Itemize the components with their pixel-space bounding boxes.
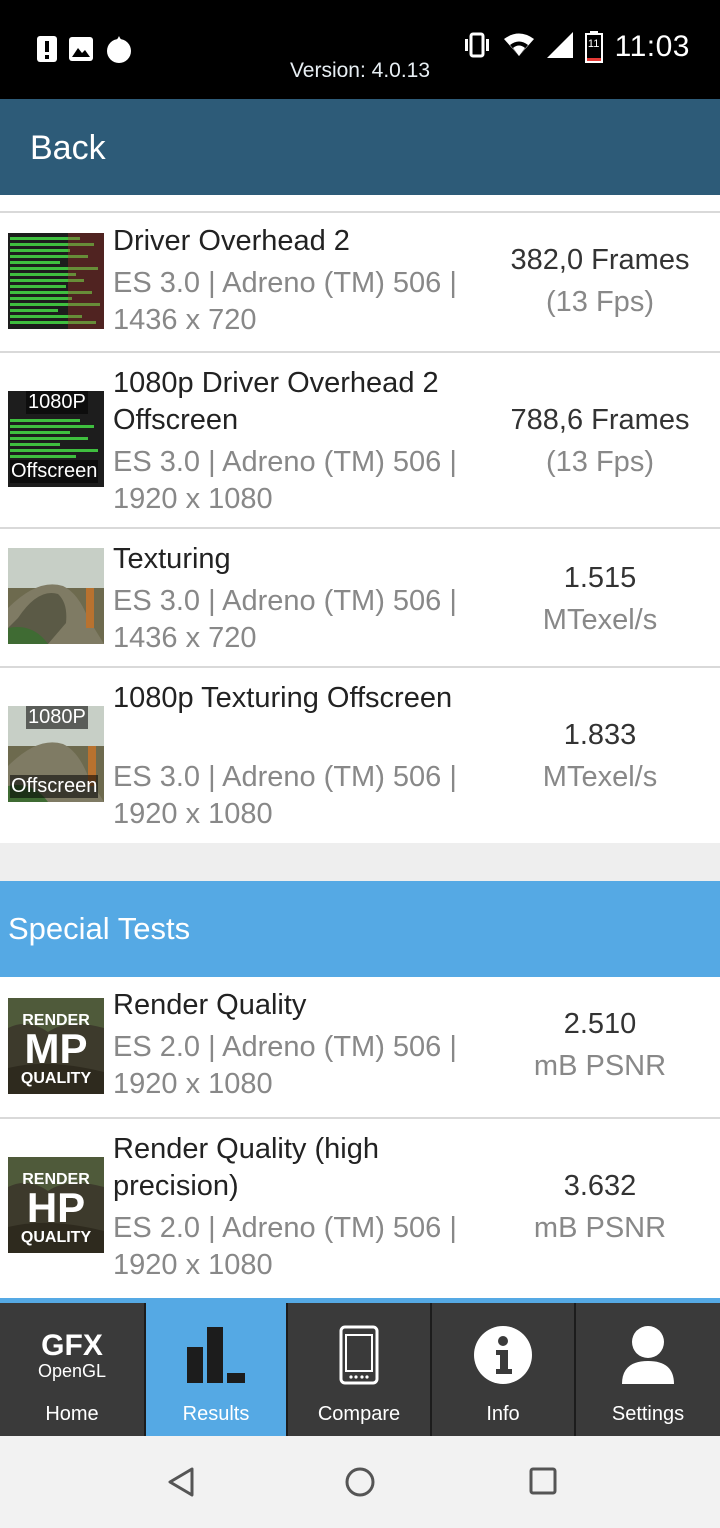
battery-level: 11 — [587, 38, 600, 50]
results-list[interactable]: Driver Overhead 2 ES 3.0 | Adreno (TM) 5… — [0, 195, 720, 1298]
result-title: Texturing — [113, 543, 231, 575]
thumb-badge-offscreen: Offscreen — [10, 460, 99, 483]
result-subtitle: ES 2.0 | Adreno (TM) 506 | 1920 x 1080 — [113, 1031, 457, 1100]
result-unit: mB PSNR — [533, 1050, 667, 1082]
result-score: 1.833 — [563, 719, 637, 751]
result-score: 3.632 — [563, 1170, 637, 1202]
gfx-logo-icon: GFX OpenGL — [0, 1329, 144, 1382]
thumb-badge-offscreen: Offscreen — [10, 775, 99, 798]
result-title: 1080p Texturing Offscreen — [113, 682, 453, 714]
result-unit: MTexel/s — [542, 761, 658, 793]
nav-results[interactable]: Results — [146, 1303, 286, 1436]
section-divider — [0, 843, 720, 881]
nav-label: Settings — [611, 1403, 685, 1425]
phone-icon — [339, 1325, 379, 1390]
result-subtitle: ES 3.0 | Adreno (TM) 506 | 1920 x 1080 — [113, 761, 457, 830]
result-row[interactable]: Driver Overhead 2 ES 3.0 | Adreno (TM) 5… — [0, 211, 720, 351]
result-score: 2.510 — [563, 1008, 637, 1040]
result-subtitle: ES 3.0 | Adreno (TM) 506 | 1436 x 720 — [113, 585, 457, 654]
texturing-offscreen-thumbnail: 1080P Offscreen — [8, 706, 104, 802]
info-icon — [473, 1325, 533, 1390]
driver-overhead-thumbnail — [8, 233, 104, 329]
version-label: Version: 4.0.13 — [289, 59, 431, 82]
back-button[interactable]: Back — [30, 129, 106, 168]
result-title: Render Quality — [113, 989, 307, 1021]
result-fps: (13 Fps) — [546, 446, 654, 478]
result-row[interactable]: RENDER HP QUALITY Render Quality (high p… — [0, 1117, 720, 1293]
result-subtitle: ES 2.0 | Adreno (TM) 506 | 1920 x 1080 — [113, 1212, 457, 1281]
nav-label: Compare — [317, 1403, 401, 1425]
result-row[interactable]: 1080P Offscreen 1080p Driver Overhead 2 … — [0, 351, 720, 527]
badge-quality-label: QUALITY — [20, 1229, 92, 1246]
signal-icon — [546, 31, 573, 63]
special-tests-header: Special Tests — [0, 881, 720, 977]
nav-home[interactable]: GFX OpenGL Home — [0, 1303, 144, 1436]
result-unit: MTexel/s — [542, 604, 658, 636]
result-row[interactable]: 1080P Offscreen 1080p Texturing Offscree… — [0, 666, 720, 843]
nav-label: Info — [486, 1403, 520, 1425]
nav-settings[interactable]: Settings — [576, 1303, 720, 1436]
result-score: 1.515 — [563, 562, 637, 594]
recents-square-icon[interactable] — [528, 1466, 558, 1501]
bottom-nav: GFX OpenGL Home Results Compare Info Set… — [0, 1298, 720, 1436]
result-fps: (13 Fps) — [546, 286, 654, 318]
status-bar: 11 11:03 — [0, 0, 720, 99]
render-quality-mp-thumbnail: RENDER MP QUALITY — [8, 998, 104, 1094]
result-score: 382,0 Frames — [510, 244, 690, 276]
nav-info[interactable]: Info — [432, 1303, 574, 1436]
result-score: 788,6 Frames — [510, 404, 690, 436]
back-triangle-icon[interactable] — [166, 1466, 196, 1503]
app-header: Back — [0, 99, 720, 195]
badge-hp-label: HP — [26, 1184, 86, 1231]
texturing-thumbnail — [8, 548, 104, 644]
result-subtitle: ES 3.0 | Adreno (TM) 506 | 1920 x 1080 — [113, 446, 457, 515]
user-icon — [621, 1325, 675, 1390]
bar-chart-icon — [185, 1325, 247, 1390]
result-title: Driver Overhead 2 — [113, 225, 350, 257]
home-circle-icon[interactable] — [344, 1466, 376, 1503]
thumb-badge-1080p: 1080P — [26, 391, 88, 414]
badge-mp-label: MP — [24, 1025, 88, 1072]
nav-compare[interactable]: Compare — [288, 1303, 430, 1436]
nav-label: Results — [182, 1403, 250, 1425]
section-title: Special Tests — [8, 911, 191, 946]
thumb-badge-1080p: 1080P — [26, 706, 88, 729]
render-quality-hp-thumbnail: RENDER HP QUALITY — [8, 1157, 104, 1253]
result-title: Render Quality (high precision) — [113, 1133, 379, 1202]
system-nav-bar — [0, 1436, 720, 1528]
result-title: 1080p Driver Overhead 2 Offscreen — [113, 367, 439, 436]
vibrate-icon — [463, 32, 491, 63]
nav-label: Home — [45, 1403, 99, 1425]
wifi-icon — [503, 32, 535, 63]
driver-overhead-offscreen-thumbnail: 1080P Offscreen — [8, 391, 104, 487]
result-row[interactable]: RENDER MP QUALITY Render Quality ES 2.0 … — [0, 977, 720, 1117]
result-unit: mB PSNR — [533, 1212, 667, 1244]
gfx-logo-sub: OpenGL — [37, 1361, 107, 1381]
result-subtitle: ES 3.0 | Adreno (TM) 506 | 1436 x 720 — [113, 267, 457, 336]
gfx-logo-main: GFX — [41, 1329, 103, 1362]
result-row[interactable]: Texturing ES 3.0 | Adreno (TM) 506 | 143… — [0, 527, 720, 666]
badge-quality-label: QUALITY — [20, 1070, 92, 1087]
